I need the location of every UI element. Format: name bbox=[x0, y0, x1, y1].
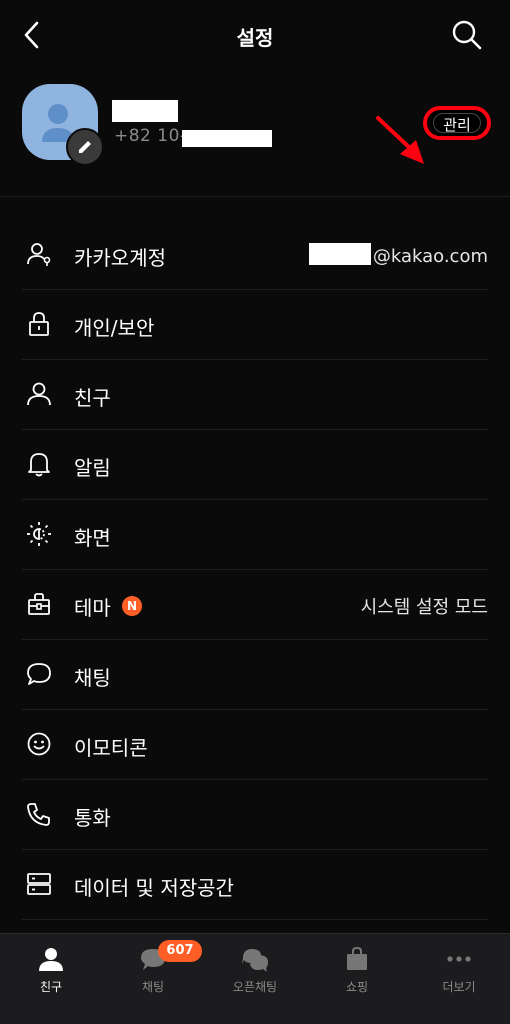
menu-item-label: 친구 bbox=[74, 386, 111, 410]
tab-friends[interactable]: 친구 bbox=[0, 934, 102, 1024]
tab-more[interactable]: 더보기 bbox=[408, 934, 510, 1024]
account-icon bbox=[27, 243, 51, 266]
shopping-bag-icon bbox=[347, 946, 367, 970]
menu-item-label: 테마 bbox=[74, 596, 111, 620]
profile-section: +82 10- 관리 bbox=[0, 70, 510, 197]
bell-icon bbox=[28, 453, 50, 477]
more-icon bbox=[447, 956, 471, 962]
menu-item-theme[interactable]: 테마 N 시스템 설정 모드 bbox=[22, 570, 488, 640]
theme-icon bbox=[28, 593, 50, 615]
menu-item-label: 통화 bbox=[74, 806, 111, 830]
tab-label: 오픈채팅 bbox=[232, 980, 278, 994]
tab-label: 쇼핑 bbox=[345, 980, 369, 994]
search-icon bbox=[452, 20, 482, 50]
tab-label: 친구 bbox=[39, 980, 63, 994]
menu-item-label: 알림 bbox=[74, 456, 111, 480]
email-redacted bbox=[308, 243, 371, 265]
pencil-icon bbox=[79, 141, 91, 153]
open-chat-icon bbox=[242, 949, 268, 972]
display-icon bbox=[27, 522, 51, 546]
menu-item-privacy-security[interactable]: 개인/보안 bbox=[22, 290, 488, 360]
settings-screen: 설정 +82 10- 관리 카카오계정 @kakao.com 개인/보안 친구 … bbox=[0, 0, 510, 1024]
unread-count-badge: 607 bbox=[158, 940, 202, 962]
menu-item-label: 데이터 및 저장공간 bbox=[74, 876, 234, 900]
menu-item-kakao-account[interactable]: 카카오계정 @kakao.com bbox=[22, 220, 488, 290]
search-button[interactable] bbox=[450, 18, 484, 52]
edit-profile-button[interactable] bbox=[66, 128, 104, 166]
tab-label: 채팅 bbox=[141, 980, 165, 994]
settings-menu: 카카오계정 @kakao.com 개인/보안 친구 알림 화면 테마 N 시스템… bbox=[0, 220, 510, 920]
menu-item-friends[interactable]: 친구 bbox=[22, 360, 488, 430]
top-bar: 설정 bbox=[0, 0, 510, 70]
bottom-tab-bar: 친구 607 채팅 오픈채팅 쇼핑 더보기 bbox=[0, 933, 510, 1024]
menu-item-display[interactable]: 화면 bbox=[22, 500, 488, 570]
menu-item-label: 카카오계정 bbox=[74, 246, 166, 270]
email-domain: @kakao.com bbox=[372, 246, 488, 267]
person-icon bbox=[27, 382, 51, 406]
manage-button-label: 관리 bbox=[443, 116, 471, 134]
tab-open-chat[interactable]: 오픈채팅 bbox=[204, 934, 306, 1024]
menu-item-data-storage[interactable]: 데이터 및 저장공간 bbox=[22, 850, 488, 920]
menu-item-label: 채팅 bbox=[74, 666, 111, 690]
menu-item-notifications[interactable]: 알림 bbox=[22, 430, 488, 500]
lock-icon bbox=[29, 312, 49, 336]
tab-label: 더보기 bbox=[442, 980, 476, 994]
account-email: @kakao.com bbox=[308, 243, 488, 267]
phone-icon bbox=[27, 803, 50, 826]
chat-bubble-icon bbox=[27, 663, 51, 685]
friends-icon bbox=[39, 948, 63, 971]
menu-item-label: 이모티콘 bbox=[74, 736, 148, 760]
profile-name-redacted bbox=[112, 100, 178, 122]
profile-phone: +82 10- bbox=[114, 126, 187, 146]
storage-icon bbox=[27, 873, 51, 895]
menu-item-chats[interactable]: 채팅 bbox=[22, 640, 488, 710]
menu-item-label: 화면 bbox=[74, 526, 111, 550]
new-badge: N bbox=[122, 596, 142, 616]
menu-item-label: 개인/보안 bbox=[74, 316, 155, 340]
page-title: 설정 bbox=[236, 26, 274, 50]
emoticon-icon bbox=[27, 732, 51, 756]
tab-shopping[interactable]: 쇼핑 bbox=[306, 934, 408, 1024]
tab-chats[interactable]: 607 채팅 bbox=[102, 934, 204, 1024]
phone-number-redacted bbox=[182, 130, 272, 147]
menu-item-calls[interactable]: 통화 bbox=[22, 780, 488, 850]
menu-item-emoticons[interactable]: 이모티콘 bbox=[22, 710, 488, 780]
manage-profile-button[interactable]: 관리 bbox=[423, 106, 491, 140]
theme-mode-value: 시스템 설정 모드 bbox=[360, 597, 488, 618]
